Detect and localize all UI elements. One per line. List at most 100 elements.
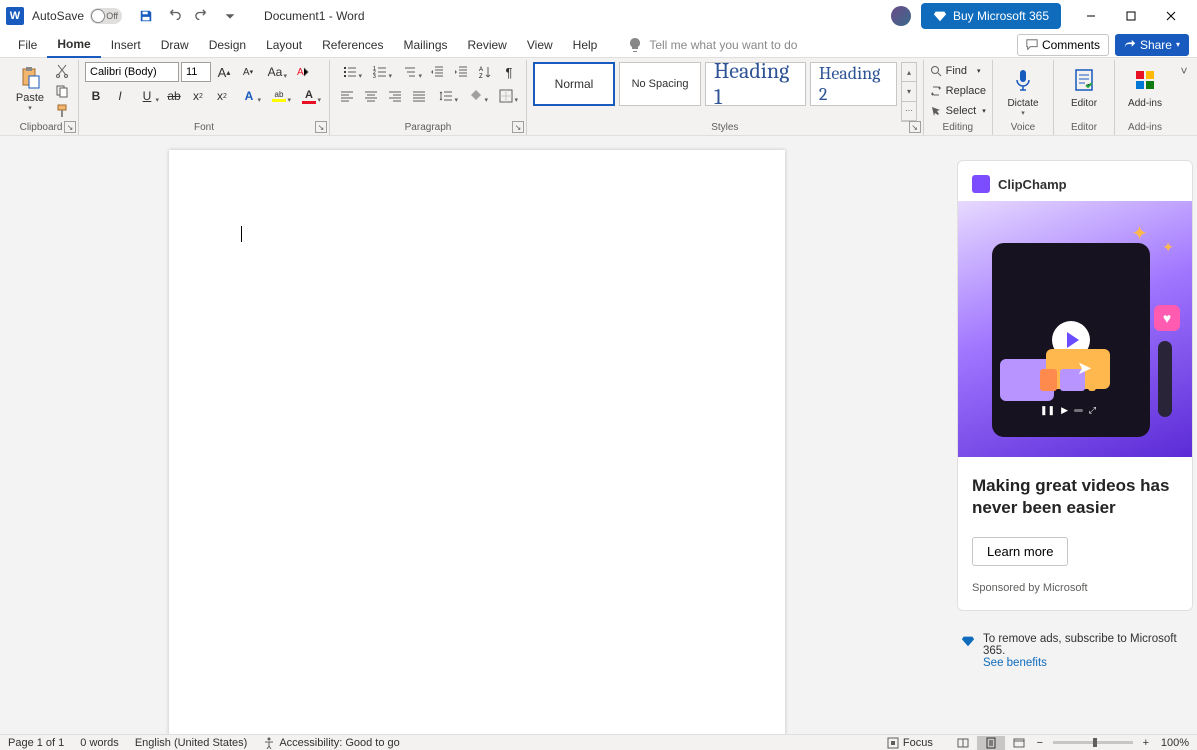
focus-mode-button[interactable]: Focus xyxy=(887,737,933,749)
document-page[interactable] xyxy=(169,150,785,734)
paragraph-launcher[interactable]: ↘ xyxy=(512,121,524,133)
dictate-button[interactable]: Dictate ▾ xyxy=(999,62,1047,122)
text-effects-button[interactable]: A xyxy=(235,86,263,106)
zoom-slider[interactable] xyxy=(1053,741,1133,744)
cut-button[interactable] xyxy=(52,62,72,80)
shading-button[interactable] xyxy=(462,86,490,106)
clipboard-launcher[interactable]: ↘ xyxy=(64,121,76,133)
tab-view[interactable]: View xyxy=(517,32,563,58)
zoom-level[interactable]: 100% xyxy=(1161,737,1189,749)
autosave-label: AutoSave xyxy=(32,9,84,23)
align-right-icon xyxy=(388,89,402,103)
italic-button[interactable]: I xyxy=(109,86,131,106)
user-avatar[interactable] xyxy=(891,6,911,26)
tab-insert[interactable]: Insert xyxy=(101,32,151,58)
maximize-button[interactable] xyxy=(1111,2,1151,30)
clear-formatting-button[interactable]: A xyxy=(291,62,313,82)
group-clipboard: Paste ▾ Clipboard ↘ xyxy=(4,60,79,135)
tab-references[interactable]: References xyxy=(312,32,393,58)
zoom-in-button[interactable]: + xyxy=(1139,737,1153,749)
borders-button[interactable] xyxy=(492,86,520,106)
styles-gallery-more[interactable]: ▴▾⋯ xyxy=(901,62,916,122)
tell-me-search[interactable]: Tell me what you want to do xyxy=(627,37,797,53)
document-scroll-area[interactable] xyxy=(0,136,953,734)
tab-home[interactable]: Home xyxy=(47,32,100,58)
autosave-toggle[interactable]: Off xyxy=(90,8,122,24)
copy-button[interactable] xyxy=(52,82,72,100)
font-size-combo[interactable] xyxy=(181,62,211,82)
collapse-ribbon-button[interactable]: ˅ xyxy=(1175,60,1193,135)
format-painter-icon xyxy=(55,104,69,118)
status-accessibility[interactable]: Accessibility: Good to go xyxy=(263,737,399,749)
share-button[interactable]: Share ▾ xyxy=(1115,34,1189,56)
styles-launcher[interactable]: ↘ xyxy=(909,121,921,133)
justify-button[interactable] xyxy=(408,86,430,106)
print-layout-button[interactable] xyxy=(977,736,1005,750)
show-paragraph-marks-button[interactable]: ¶ xyxy=(498,62,520,82)
style-heading-2[interactable]: Heading 2 xyxy=(810,62,898,106)
style-normal[interactable]: Normal xyxy=(533,62,615,106)
font-launcher[interactable]: ↘ xyxy=(315,121,327,133)
font-color-button[interactable]: A xyxy=(295,86,323,106)
paste-button[interactable]: Paste ▾ xyxy=(10,62,50,122)
increase-indent-button[interactable] xyxy=(450,62,472,82)
read-mode-button[interactable] xyxy=(949,736,977,750)
status-word-count[interactable]: 0 words xyxy=(80,737,119,749)
qat-customize-button[interactable] xyxy=(218,4,242,28)
increase-font-size-button[interactable]: A▴ xyxy=(213,62,235,82)
style-no-spacing[interactable]: No Spacing xyxy=(619,62,701,106)
undo-button[interactable] xyxy=(162,4,186,28)
redo-button[interactable] xyxy=(190,4,214,28)
comments-button[interactable]: Comments xyxy=(1017,34,1109,56)
select-button[interactable]: Select▾ xyxy=(930,102,986,120)
align-center-button[interactable] xyxy=(360,86,382,106)
bullets-icon xyxy=(343,65,357,79)
editor-button[interactable]: Editor xyxy=(1060,62,1108,122)
subscript-button[interactable]: x2 xyxy=(187,86,209,106)
buy-microsoft-365-button[interactable]: Buy Microsoft 365 xyxy=(921,3,1061,29)
numbering-button[interactable]: 123 xyxy=(366,62,394,82)
editor-icon xyxy=(1070,66,1098,94)
highlight-color-button[interactable]: ab xyxy=(265,86,293,106)
bullets-button[interactable] xyxy=(336,62,364,82)
addins-icon xyxy=(1131,66,1159,94)
superscript-button[interactable]: x2 xyxy=(211,86,233,106)
addins-button[interactable]: Add-ins xyxy=(1121,62,1169,122)
font-name-combo[interactable] xyxy=(85,62,179,82)
strikethrough-button[interactable]: ab xyxy=(163,86,185,106)
decrease-indent-button[interactable] xyxy=(426,62,448,82)
see-benefits-link[interactable]: See benefits xyxy=(983,657,1047,669)
sort-button[interactable]: AZ xyxy=(474,62,496,82)
style-heading-1[interactable]: Heading 1 xyxy=(705,62,806,106)
save-button[interactable] xyxy=(134,4,158,28)
tab-help[interactable]: Help xyxy=(563,32,608,58)
tab-mailings[interactable]: Mailings xyxy=(393,32,457,58)
ad-learn-more-button[interactable]: Learn more xyxy=(972,537,1068,566)
svg-text:Z: Z xyxy=(479,74,483,79)
status-language[interactable]: English (United States) xyxy=(135,737,248,749)
minimize-button[interactable] xyxy=(1071,2,1111,30)
web-layout-button[interactable] xyxy=(1005,736,1033,750)
change-case-button[interactable]: Aa xyxy=(261,62,289,82)
tab-draw[interactable]: Draw xyxy=(151,32,199,58)
line-spacing-button[interactable] xyxy=(432,86,460,106)
tab-file[interactable]: File xyxy=(8,32,47,58)
format-painter-button[interactable] xyxy=(52,102,72,120)
align-right-button[interactable] xyxy=(384,86,406,106)
decrease-font-size-button[interactable]: A▾ xyxy=(237,62,259,82)
tab-design[interactable]: Design xyxy=(199,32,256,58)
borders-icon xyxy=(499,89,513,103)
bold-button[interactable]: B xyxy=(85,86,107,106)
zoom-out-button[interactable]: − xyxy=(1033,737,1047,749)
comment-icon xyxy=(1026,39,1038,51)
tab-layout[interactable]: Layout xyxy=(256,32,312,58)
underline-button[interactable]: U xyxy=(133,86,161,106)
find-button[interactable]: Find▾ xyxy=(930,62,986,80)
microphone-icon xyxy=(1009,66,1037,94)
tab-review[interactable]: Review xyxy=(458,32,517,58)
close-button[interactable] xyxy=(1151,2,1191,30)
replace-button[interactable]: Replace xyxy=(930,82,986,100)
multilevel-list-button[interactable] xyxy=(396,62,424,82)
status-page[interactable]: Page 1 of 1 xyxy=(8,737,64,749)
align-left-button[interactable] xyxy=(336,86,358,106)
